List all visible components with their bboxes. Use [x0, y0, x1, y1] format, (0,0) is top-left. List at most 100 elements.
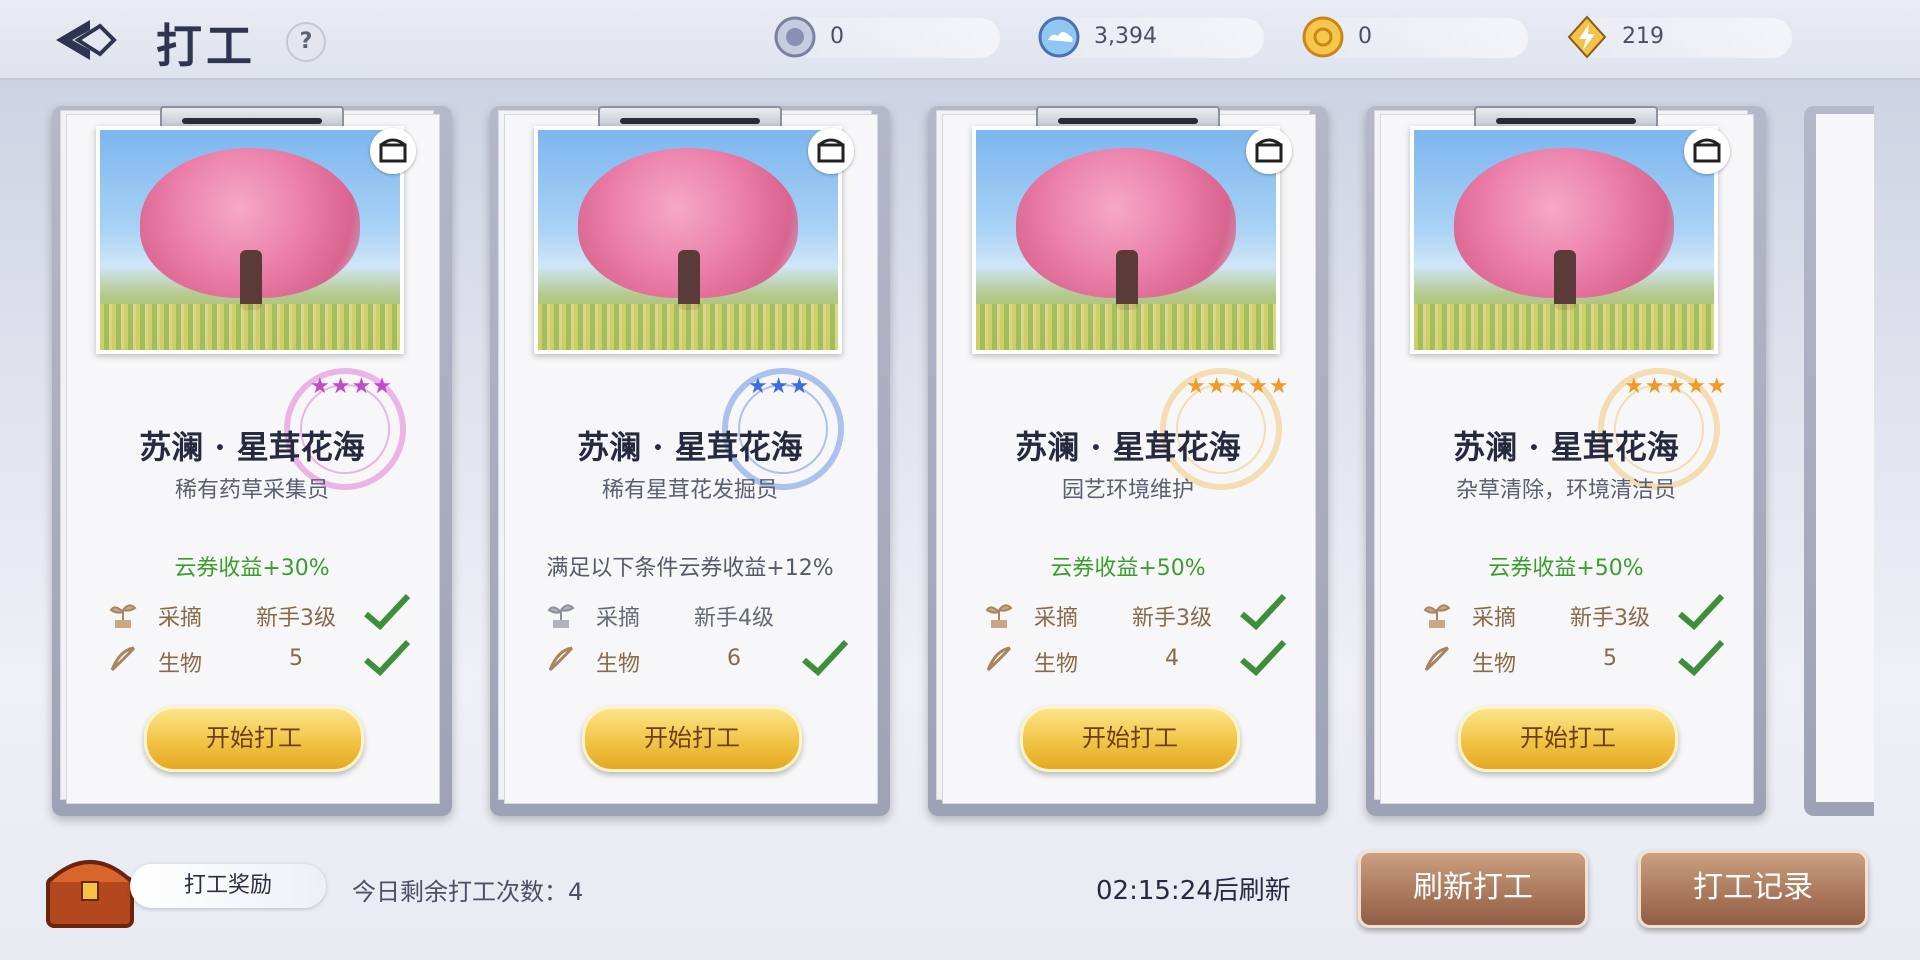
cloud-ticket-icon: [1038, 16, 1080, 58]
requirement-name: 生物: [596, 652, 641, 677]
requirement-row: 采摘 新手4级: [544, 594, 844, 634]
job-title: 稀有星茸花发掘员: [601, 478, 778, 503]
start-job-button[interactable]: 开始打工: [582, 706, 802, 772]
check-icon: [802, 639, 849, 677]
job-location: 苏澜 · 星茸花海: [1015, 428, 1241, 466]
back-arrow-icon: [56, 20, 117, 60]
rarity-stars: ★★★★★: [1624, 374, 1728, 399]
job-card[interactable]: ★★★★ 苏澜 · 星茸花海 稀有药草采集员 云券收益+30% 采摘 新手3级 …: [52, 106, 452, 816]
treasure-chest-icon[interactable]: [40, 842, 140, 932]
currency-energy: 219: [1567, 15, 1792, 59]
flower-field: [538, 304, 838, 350]
currency-energy-value: 219: [1622, 24, 1664, 49]
currency-silver: 0: [774, 16, 1000, 58]
start-job-button[interactable]: 开始打工: [144, 706, 364, 772]
check-icon: [364, 593, 411, 631]
check-icon: [1678, 639, 1725, 677]
requirement-name: 采摘: [1034, 606, 1079, 631]
requirement-value: 4: [1165, 646, 1179, 671]
requirement-name: 采摘: [596, 606, 641, 631]
check-icon: [1240, 593, 1287, 631]
currency-silver-value: 0: [830, 24, 844, 49]
job-title: 园艺环境维护: [1061, 478, 1194, 503]
requirement-value: 新手3级: [1570, 606, 1650, 631]
start-job-button[interactable]: 开始打工: [1458, 706, 1678, 772]
tree-trunk: [240, 250, 262, 310]
tree-trunk: [1116, 250, 1138, 310]
dna-icon: [110, 646, 136, 672]
flower-field: [1414, 304, 1714, 350]
remaining-attempts: 今日剩余打工次数：4: [352, 878, 584, 906]
reward-chest-icon[interactable]: [370, 128, 416, 174]
tree-trunk: [678, 250, 700, 310]
flower-field: [976, 304, 1276, 350]
job-location-image: [972, 126, 1280, 354]
job-location-image: [534, 126, 842, 354]
requirement-row: 生物 5: [1420, 639, 1725, 680]
job-location-image: [1410, 126, 1718, 354]
refresh-timer: 02:15:24后刷新: [1096, 876, 1291, 906]
requirement-row: 生物 6: [544, 639, 849, 680]
job-bonus: 云券收益+30%: [174, 556, 330, 581]
energy-icon: [1567, 15, 1607, 59]
currency-gold: 0: [1302, 16, 1528, 58]
job-location: 苏澜 · 星茸花海: [139, 428, 365, 466]
requirement-row: 采摘 新手3级: [1420, 593, 1725, 634]
requirement-value: 新手3级: [256, 606, 336, 631]
requirement-name: 采摘: [158, 606, 203, 631]
tree-trunk: [1554, 250, 1576, 310]
requirement-row: 采摘 新手3级: [982, 593, 1287, 634]
requirement-name: 采摘: [1472, 606, 1517, 631]
page-title: 打工: [156, 19, 256, 73]
check-icon: [1240, 639, 1287, 677]
dna-icon: [548, 646, 574, 672]
flower-field: [100, 304, 400, 350]
job-title: 杂草清除，环境清洁员: [1455, 478, 1676, 503]
sprout-icon: [985, 604, 1013, 628]
reward-chest-icon[interactable]: [1684, 128, 1730, 174]
currency-cloud-ticket: 3,394: [1038, 16, 1264, 58]
job-bonus: 云券收益+50%: [1050, 556, 1206, 581]
requirement-value: 6: [727, 646, 741, 671]
job-card-partial[interactable]: [1804, 106, 1874, 816]
job-card[interactable]: ★★★ 苏澜 · 星茸花海 稀有星茸花发掘员 满足以下条件云券收益+12% 采摘…: [490, 106, 890, 816]
rarity-stars: ★★★★★: [1186, 374, 1290, 399]
reward-chest-icon[interactable]: [808, 128, 854, 174]
gold-coin-icon: [1302, 16, 1344, 58]
job-title: 稀有药草采集员: [174, 478, 329, 503]
check-icon: [1678, 593, 1725, 631]
requirement-value: 5: [1603, 646, 1617, 671]
job-bonus: 云券收益+50%: [1488, 556, 1644, 581]
check-icon: [364, 639, 411, 677]
job-location: 苏澜 · 星茸花海: [1453, 428, 1679, 466]
requirement-row: 采摘 新手3级: [106, 593, 411, 634]
sprout-icon: [547, 604, 575, 628]
requirement-value: 5: [289, 646, 303, 671]
job-reward-button[interactable]: 打工奖励: [130, 864, 326, 908]
sprout-icon: [109, 604, 137, 628]
requirement-row: 生物 5: [106, 639, 411, 680]
job-card[interactable]: ★★★★★ 苏澜 · 星茸花海 园艺环境维护 云券收益+50% 采摘 新手3级 …: [928, 106, 1328, 816]
job-location-image: [96, 126, 404, 354]
bottom-bar: 打工奖励 今日剩余打工次数：4 02:15:24后刷新 刷新打工 打工记录: [0, 832, 1920, 960]
dna-icon: [1424, 646, 1450, 672]
silver-coin-icon: [774, 16, 816, 58]
help-button[interactable]: ?: [286, 22, 326, 62]
requirement-name: 生物: [158, 652, 203, 677]
refresh-jobs-button[interactable]: 刷新打工: [1358, 850, 1588, 928]
requirement-row: 生物 4: [982, 639, 1287, 680]
job-bonus: 满足以下条件云券收益+12%: [546, 556, 834, 581]
dna-icon: [986, 646, 1012, 672]
rarity-stars: ★★★: [748, 374, 811, 399]
start-job-button[interactable]: 开始打工: [1020, 706, 1240, 772]
job-record-button[interactable]: 打工记录: [1638, 850, 1868, 928]
job-card[interactable]: ★★★★★ 苏澜 · 星茸花海 杂草清除，环境清洁员 云券收益+50% 采摘 新…: [1366, 106, 1766, 816]
paper-sheet: [1816, 114, 1874, 802]
sprout-icon: [1423, 604, 1451, 628]
currency-cloud-ticket-value: 3,394: [1094, 24, 1157, 49]
reward-chest-icon[interactable]: [1246, 128, 1292, 174]
rarity-stars: ★★★★: [310, 374, 393, 399]
requirement-value: 新手3级: [1132, 606, 1212, 631]
back-button[interactable]: [50, 12, 120, 68]
job-location: 苏澜 · 星茸花海: [577, 428, 803, 466]
